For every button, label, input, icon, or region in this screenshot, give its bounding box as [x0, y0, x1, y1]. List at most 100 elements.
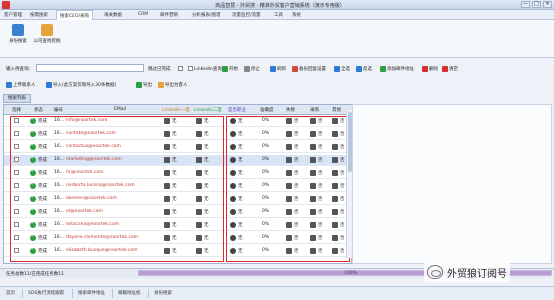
watermark-text: 外贸狼订阅号 [447, 268, 507, 280]
col-linkedin-1[interactable]: LinkedIn一度 [162, 107, 190, 113]
export-label: 导出 [143, 82, 152, 88]
menu-ceo-search[interactable]: 搜索CEO/采购 [56, 10, 94, 20]
add-email-icon [380, 65, 386, 72]
skip-done-label: 跳过已完成 [148, 66, 171, 72]
menu-customs[interactable]: 海关数据 [104, 12, 122, 18]
delete-label: 删除 [429, 66, 438, 72]
delete-button[interactable]: 删除 [422, 64, 438, 73]
task-tab-person-search[interactable]: 身份搜索 [154, 290, 172, 296]
detail-panel [352, 104, 552, 264]
linkedin-label: LinkedIn查询 [194, 66, 222, 72]
ribbon: 身份搜索 公司查找挖掘 [0, 20, 554, 58]
backup-settings-button[interactable]: 备份回复设置 [292, 64, 326, 73]
skip-done-checkbox[interactable] [178, 64, 183, 73]
import-label: 导入(此方案仅限导入30条数据) [53, 82, 117, 88]
linkedin-query-toggle[interactable]: LinkedIn查询 [188, 64, 222, 73]
invert-select-icon [356, 65, 362, 72]
col-linkedin-2[interactable]: LinkedIn二度 [194, 107, 222, 113]
add-email-button[interactable]: 添加邮件地址 [380, 64, 414, 73]
highlight-box-right [226, 116, 350, 262]
query-label: 输入待查询： [6, 66, 33, 72]
export-button[interactable]: 导出 [136, 80, 152, 89]
select-all-button[interactable]: 全选 [334, 64, 350, 73]
linkedin-checkbox[interactable] [188, 66, 193, 71]
col-status[interactable]: 状态 [34, 107, 43, 113]
close-button[interactable]: ✕ [543, 1, 552, 8]
col-email[interactable]: EMail [114, 107, 126, 112]
menu-system[interactable]: 系统 [292, 12, 301, 18]
grid-header: 选择 状态 编号 EMail LinkedIn一度 LinkedIn二度 是否职… [4, 105, 353, 115]
start-label: 开始 [229, 66, 238, 72]
col-select[interactable]: 选择 [12, 107, 21, 113]
task-tab-email-stats[interactable]: 邮箱地址统 [118, 290, 141, 296]
export-customer-label: 导出为客人 [165, 82, 188, 88]
start-button[interactable]: 开始 [222, 64, 238, 73]
col-job[interactable]: 是否职业 [228, 107, 246, 113]
person-search-label: 身份搜索 [9, 39, 27, 44]
window-title: 商品智慧 · 外贸搜 · 精准外贸客户营销系统（演示专用版） [215, 3, 345, 9]
task-tab-sos[interactable]: SOS执行流程跟踪 [28, 290, 64, 296]
backup-label: 备份回复设置 [299, 66, 326, 72]
task-separator [148, 289, 149, 298]
menu-search[interactable]: 按需搜索 [30, 12, 48, 18]
export-icon [136, 81, 142, 88]
refresh-button[interactable]: 刷新 [270, 64, 286, 73]
task-count-text: 任务总数11/已完成任务数11 [6, 272, 64, 277]
col-id[interactable]: 编号 [54, 107, 63, 113]
tab-search-list[interactable]: 搜索列表 [3, 94, 31, 103]
task-tab-home[interactable]: 首页 [6, 290, 15, 296]
refresh-label: 刷新 [277, 66, 286, 72]
person-search-icon [12, 24, 24, 36]
menu-tools[interactable]: 工具 [274, 12, 283, 18]
company-search-label: 公司查找挖掘 [33, 39, 61, 44]
company-search-icon [41, 24, 53, 36]
stop-button[interactable]: 停止 [244, 64, 260, 73]
search-toolbar: 输入待查询： 跳过已完成 LinkedIn查询 开始 停止 刷新 备份回复设置 … [0, 63, 554, 75]
invert-select-label: 反选 [363, 66, 372, 72]
task-separator [112, 289, 113, 298]
clear-button[interactable]: 清空 [442, 64, 458, 73]
query-input[interactable] [36, 64, 144, 72]
select-all-label: 全选 [341, 66, 350, 72]
window-controls: — □ ✕ [521, 1, 552, 8]
select-all-icon [334, 65, 340, 72]
upload-label: 上传联系人 [13, 82, 36, 88]
export-customer-button[interactable]: 导出为客人 [158, 80, 188, 89]
upload-contacts-button[interactable]: 上传联系人 [6, 80, 36, 89]
col-fail[interactable]: 失败 [286, 107, 295, 113]
invert-select-button[interactable]: 反选 [356, 64, 372, 73]
stop-label: 停止 [251, 66, 260, 72]
menu-reports[interactable]: 分析报表/图谱 [192, 12, 221, 18]
task-separator [22, 289, 23, 298]
highlight-box-left [10, 116, 224, 262]
watermark: 外贸狼订阅号 [424, 262, 510, 282]
maximize-button[interactable]: □ [532, 1, 541, 8]
import-button[interactable]: 导入(此方案仅限导入30条数据) [46, 80, 116, 89]
company-search-button[interactable]: 公司查找挖掘 [32, 23, 62, 53]
results-grid: 选择 状态 编号 EMail LinkedIn一度 LinkedIn二度 是否职… [3, 104, 353, 264]
minimize-button[interactable]: — [521, 1, 530, 8]
clear-label: 清空 [449, 66, 458, 72]
clear-icon [442, 65, 448, 72]
menu-bar: 客户管理 按需搜索 搜索CEO/采购 海关数据 CRM 邮件营销 分析报表/图谱… [0, 10, 554, 20]
add-email-label: 添加邮件地址 [387, 66, 414, 72]
task-tab-email-search[interactable]: 搜索邮件地址 [78, 290, 105, 296]
delete-icon [422, 65, 428, 72]
progress-label: 100% [344, 271, 357, 276]
backup-icon [292, 65, 298, 72]
menu-crm[interactable]: CRM [138, 12, 148, 17]
refresh-icon [270, 65, 276, 72]
col-accuracy[interactable]: 准确度 [260, 107, 274, 113]
menu-email-marketing[interactable]: 邮件营销 [160, 12, 178, 18]
wechat-logo-icon [427, 265, 443, 279]
task-separator [72, 289, 73, 298]
title-bar: 商品智慧 · 外贸搜 · 精准外贸客户营销系统（演示专用版） — □ ✕ [0, 0, 554, 10]
person-search-button[interactable]: 身份搜索 [3, 23, 33, 53]
col-buy[interactable]: 采购 [310, 107, 319, 113]
upload-icon [6, 81, 12, 88]
menu-customer[interactable]: 客户管理 [4, 12, 22, 18]
menu-traffic[interactable]: 流量监控/流量 [232, 12, 261, 18]
export-customer-icon [158, 81, 164, 88]
col-other[interactable]: 其他 [332, 107, 341, 113]
task-tabs-bar: 首页 SOS执行流程跟踪 搜索邮件地址 邮箱地址统 身份搜索 [0, 286, 554, 300]
